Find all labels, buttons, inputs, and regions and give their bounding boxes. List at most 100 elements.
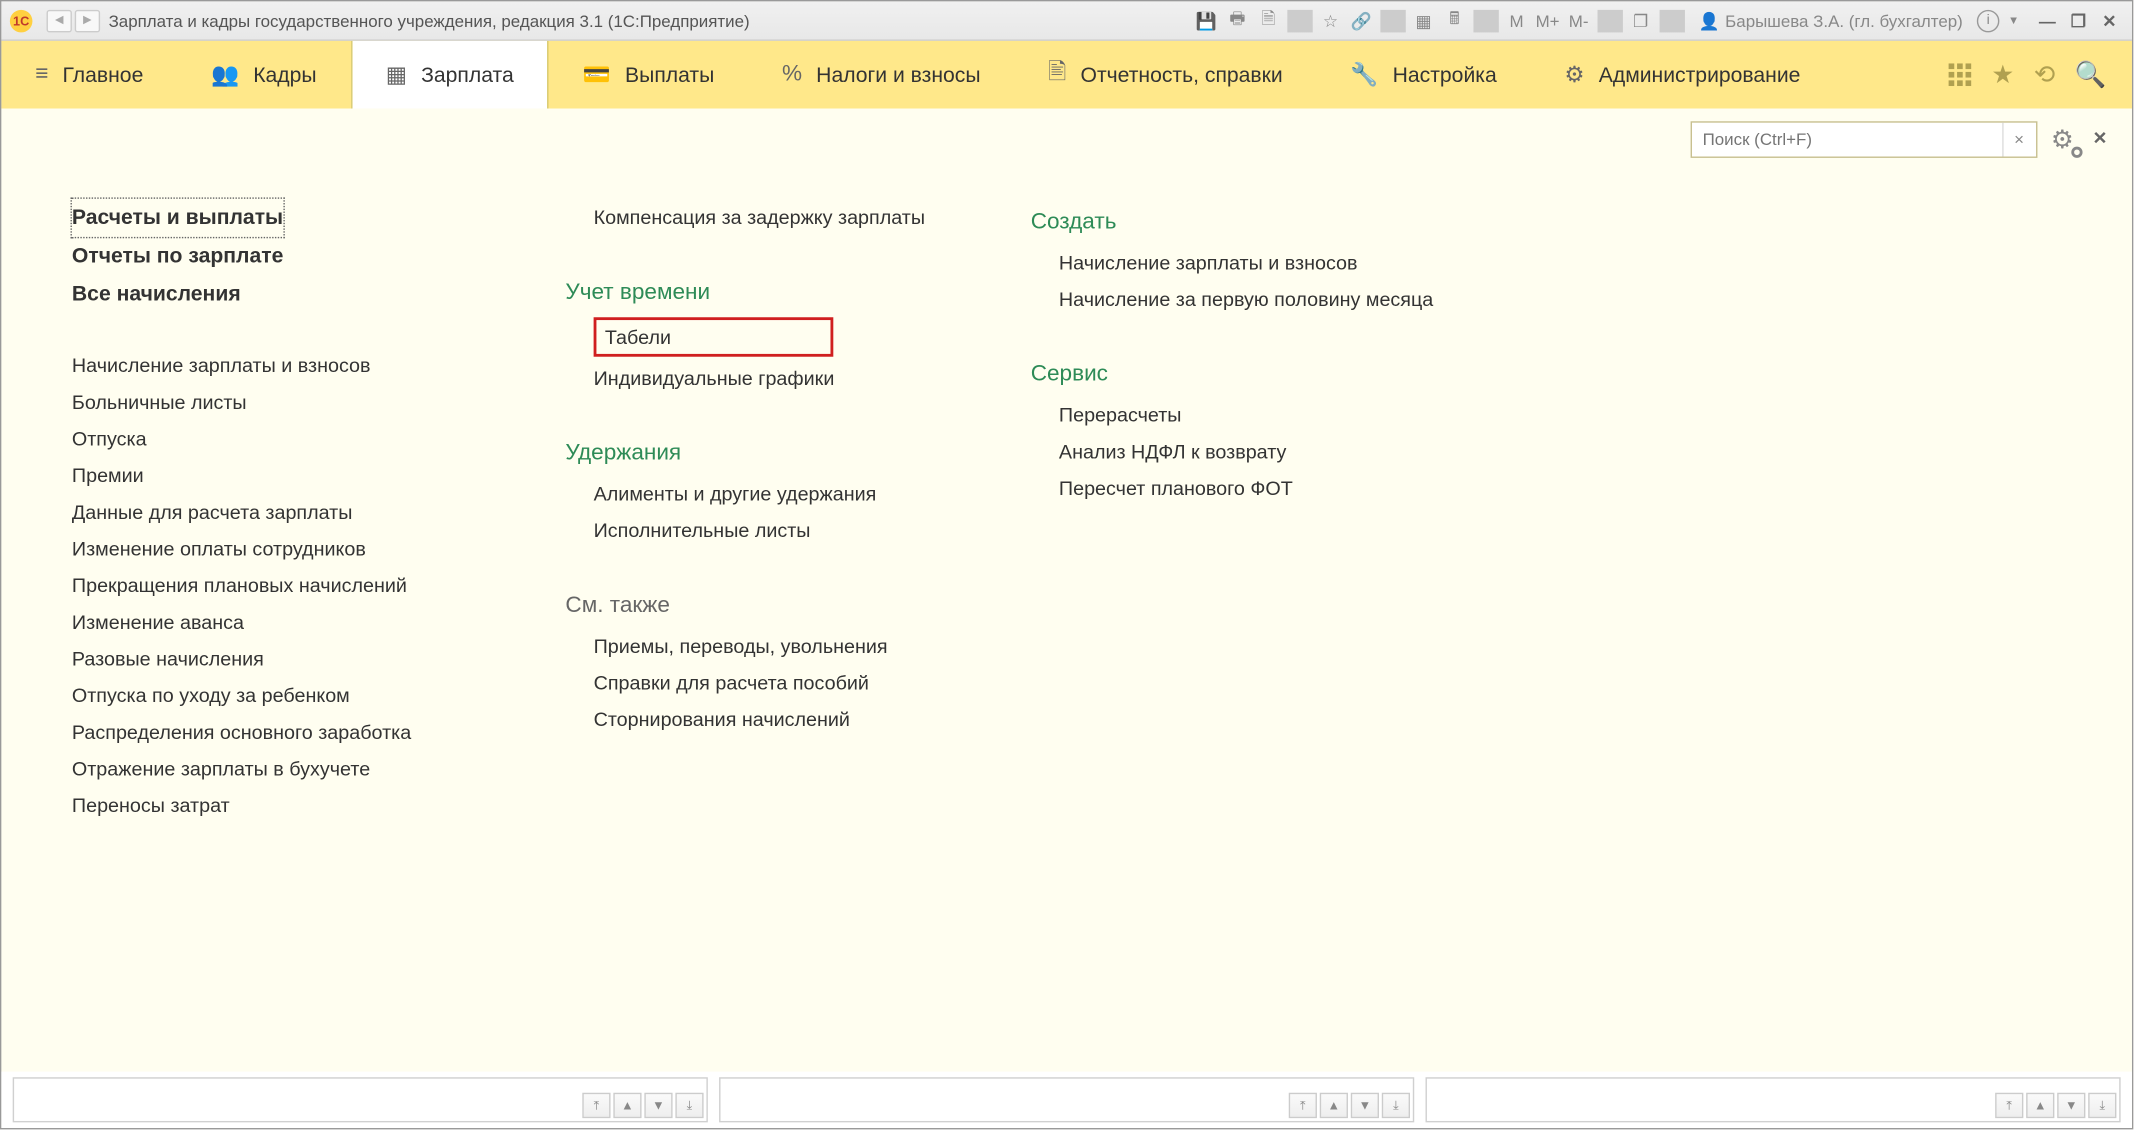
memory-mminus-button[interactable]: M- bbox=[1566, 9, 1591, 32]
link-recalcs[interactable]: Перерасчеты bbox=[1059, 396, 1482, 433]
link-sick-leaves[interactable]: Больничные листы bbox=[72, 384, 495, 421]
favorites-star-icon[interactable]: ★ bbox=[1991, 60, 2014, 90]
minimize-button[interactable]: — bbox=[2033, 9, 2061, 32]
link-hires-transfers[interactable]: Приемы, переводы, увольнения bbox=[594, 627, 961, 664]
panel-scroll-top-button[interactable]: ⤒ bbox=[582, 1093, 610, 1118]
panel-scroll-bottom-button[interactable]: ⤓ bbox=[2088, 1093, 2116, 1118]
window-controls: — ❐ ✕ bbox=[2033, 9, 2123, 32]
link-create-accrual[interactable]: Начисление зарплаты и взносов bbox=[1059, 244, 1482, 281]
app-logo: 1C bbox=[10, 9, 33, 32]
nav-forward-button[interactable]: ► bbox=[75, 9, 100, 32]
main-nav: ≡ Главное 👥 Кадры ▦ Зарплата 💳 Выплаты %… bbox=[1, 41, 2132, 109]
link-icon[interactable]: 🔗 bbox=[1349, 9, 1374, 32]
link-salary-delay-comp[interactable]: Компенсация за задержку зарплаты bbox=[594, 199, 961, 236]
nav-personnel[interactable]: 👥 Кадры bbox=[177, 41, 350, 109]
current-user[interactable]: 👤 Барышева З.А. (гл. бухгалтер) bbox=[1693, 11, 1969, 31]
column-2: Компенсация за задержку зарплаты Учет вр… bbox=[565, 199, 960, 824]
panel-scroll-down-button[interactable]: ▼ bbox=[1351, 1093, 1379, 1118]
panel-scroll-down-button[interactable]: ▼ bbox=[644, 1093, 672, 1118]
link-single-accruals[interactable]: Разовые начисления bbox=[72, 640, 495, 677]
link-benefit-refs[interactable]: Справки для расчета пособий bbox=[594, 664, 961, 701]
info-icon[interactable]: i bbox=[1977, 9, 2000, 32]
windows-icon[interactable]: ❐ bbox=[1628, 9, 1653, 32]
print-icon[interactable]: 🖶 bbox=[1225, 9, 1250, 32]
maximize-button[interactable]: ❐ bbox=[2064, 9, 2092, 32]
content-area: × ⚙ × Расчеты и выплаты Отчеты по зарпла… bbox=[1, 109, 2132, 1128]
link-individual-schedules[interactable]: Индивидуальные графики bbox=[594, 360, 961, 397]
window-title: Зарплата и кадры государственного учрежд… bbox=[109, 11, 750, 31]
link-change-advance[interactable]: Изменение аванса bbox=[72, 603, 495, 640]
link-salary-reports[interactable]: Отчеты по зарплате bbox=[72, 237, 495, 275]
nav-salary[interactable]: ▦ Зарплата bbox=[350, 41, 549, 109]
info-dropdown-icon[interactable]: ▼ bbox=[2008, 14, 2019, 27]
panel-scroll-up-button[interactable]: ▲ bbox=[613, 1093, 641, 1118]
title-toolbar-icons: 💾 🖶 🗎 ☆ 🔗 ▦ 🖩 M M+ M- ❐ bbox=[1194, 9, 1685, 32]
link-parental-leave[interactable]: Отпуска по уходу за ребенком bbox=[72, 677, 495, 714]
link-stop-accruals[interactable]: Прекращения плановых начислений bbox=[72, 567, 495, 604]
nav-taxes[interactable]: % Налоги и взносы bbox=[748, 41, 1014, 109]
search-box: × bbox=[1690, 121, 2037, 158]
calculator-icon[interactable]: 🖩 bbox=[1442, 9, 1467, 32]
panel-scroll-bottom-button[interactable]: ⤓ bbox=[675, 1093, 703, 1118]
link-fot-recalc[interactable]: Пересчет планового ФОТ bbox=[1059, 470, 1482, 507]
close-panel-button[interactable]: × bbox=[2088, 127, 2112, 152]
nav-label: Налоги и взносы bbox=[816, 63, 980, 87]
search-input[interactable] bbox=[1691, 123, 2001, 157]
link-writs[interactable]: Исполнительные листы bbox=[594, 512, 961, 549]
link-cost-transfers[interactable]: Переносы затрат bbox=[72, 787, 495, 824]
nav-main[interactable]: ≡ Главное bbox=[1, 41, 177, 109]
link-vacations[interactable]: Отпуска bbox=[72, 420, 495, 457]
separator bbox=[1473, 9, 1498, 32]
search-icon[interactable]: 🔍 bbox=[2075, 60, 2107, 90]
search-clear-button[interactable]: × bbox=[2002, 123, 2036, 157]
nav-right-tools: ★ ⟲ 🔍 bbox=[1924, 41, 2132, 109]
panel-scroll-up-button[interactable]: ▲ bbox=[1320, 1093, 1348, 1118]
history-icon[interactable]: ⟲ bbox=[2034, 60, 2055, 90]
nav-reports[interactable]: 🖹 Отчетность, справки bbox=[1014, 41, 1316, 109]
link-earnings-distribution[interactable]: Распределения основного заработка bbox=[72, 713, 495, 750]
content-toolbar: × ⚙ × bbox=[1, 109, 2132, 171]
apps-grid-icon[interactable] bbox=[1949, 63, 1972, 86]
link-alimony[interactable]: Алименты и другие удержания bbox=[594, 475, 961, 512]
link-reversals[interactable]: Сторнирования начислений bbox=[594, 701, 961, 738]
calendar-icon[interactable]: ▦ bbox=[1411, 9, 1436, 32]
link-timesheets[interactable]: Табели bbox=[594, 317, 834, 356]
memory-mplus-button[interactable]: M+ bbox=[1535, 9, 1560, 32]
nav-settings[interactable]: 🔧 Настройка bbox=[1317, 41, 1531, 109]
save-icon[interactable]: 💾 bbox=[1194, 9, 1219, 32]
panel-scroll-top-button[interactable]: ⤒ bbox=[1995, 1093, 2023, 1118]
panel-scroll-bottom-button[interactable]: ⤓ bbox=[1382, 1093, 1410, 1118]
panel-scroll-top-button[interactable]: ⤒ bbox=[1289, 1093, 1317, 1118]
link-create-half-month[interactable]: Начисление за первую половину месяца bbox=[1059, 281, 1482, 318]
link-ndfl-return[interactable]: Анализ НДФЛ к возврату bbox=[1059, 433, 1482, 470]
document-icon[interactable]: 🗎 bbox=[1256, 9, 1281, 32]
percent-icon: % bbox=[782, 62, 802, 87]
panel-scroll-up-button[interactable]: ▲ bbox=[2026, 1093, 2054, 1118]
close-window-button[interactable]: ✕ bbox=[2095, 9, 2123, 32]
nav-label: Главное bbox=[63, 63, 144, 87]
link-change-pay[interactable]: Изменение оплаты сотрудников bbox=[72, 530, 495, 567]
panel-scroll-down-button[interactable]: ▼ bbox=[2057, 1093, 2085, 1118]
bottom-panel-3: ⤒ ▲ ▼ ⤓ bbox=[1426, 1077, 2121, 1122]
link-calculations-payments[interactable]: Расчеты и выплаты bbox=[72, 199, 283, 237]
nav-admin[interactable]: ⚙ Администрирование bbox=[1531, 41, 1835, 109]
wallet-icon: 💳 bbox=[583, 61, 611, 89]
group-see-also: См. также bbox=[565, 582, 960, 627]
link-all-accruals[interactable]: Все начисления bbox=[72, 275, 495, 313]
separator bbox=[1597, 9, 1622, 32]
link-bonuses[interactable]: Премии bbox=[72, 457, 495, 494]
memory-m-button[interactable]: M bbox=[1504, 9, 1529, 32]
link-salary-calc-data[interactable]: Данные для расчета зарплаты bbox=[72, 494, 495, 531]
group-deductions: Удержания bbox=[565, 430, 960, 475]
menu-columns: Расчеты и выплаты Отчеты по зарплате Все… bbox=[1, 171, 2132, 852]
nav-payments[interactable]: 💳 Выплаты bbox=[549, 41, 748, 109]
settings-gear-button[interactable]: ⚙ bbox=[2051, 125, 2074, 155]
nav-back-button[interactable]: ◄ bbox=[47, 9, 72, 32]
group-create: Создать bbox=[1031, 199, 1482, 244]
gear-icon: ⚙ bbox=[1564, 61, 1584, 89]
link-salary-accounting[interactable]: Отражение зарплаты в бухучете bbox=[72, 750, 495, 787]
separator bbox=[1287, 9, 1312, 32]
link-accrual-salary[interactable]: Начисление зарплаты и взносов bbox=[72, 347, 495, 384]
title-history-nav: ◄ ► bbox=[47, 9, 101, 32]
star-icon[interactable]: ☆ bbox=[1318, 9, 1343, 32]
